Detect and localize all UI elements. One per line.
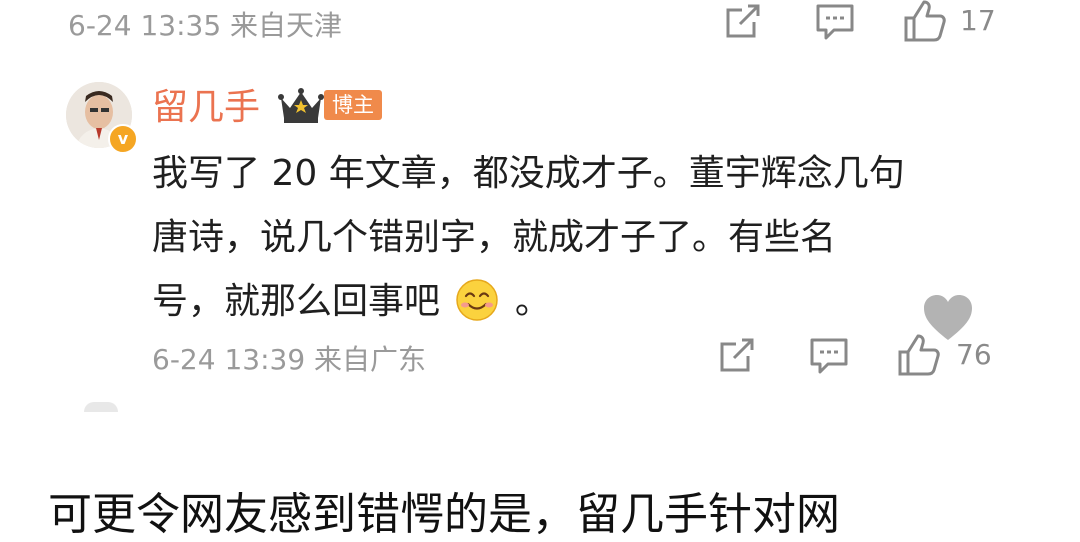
username[interactable]: 留几手 [152,78,260,130]
blogger-badge: 博主 [324,90,382,120]
comment-meta: 6-24 13:39 来自广东 [152,343,427,376]
repost-icon[interactable] [714,332,760,378]
repost-icon[interactable] [720,0,766,44]
next-avatar [84,402,118,412]
comment-line-end: 。 [514,281,551,322]
verified-icon: v [108,124,138,154]
prev-like-count: 17 [960,4,996,37]
comment-icon[interactable] [812,0,858,44]
article-text: 可更令网友感到错愕的是，留几手针对网 [48,489,840,540]
crown-icon [278,86,324,126]
smile-emoji-icon [455,278,499,322]
comment-line-last: 号，就那么回事吧 。 [152,270,1012,334]
prev-comment-footer: 6-24 13:35 来自天津 17 [0,0,1080,50]
comment-line-text: 号，就那么回事吧 [152,281,441,322]
comment-line: 我写了 20 年文章，都没成才子。董宇辉念几句 [152,153,905,194]
prev-comment-meta: 6-24 13:35 来自天津 [68,9,343,42]
comment-content: 我写了 20 年文章，都没成才子。董宇辉念几句 唐诗，说几个错别字，就成才子了。… [152,142,1012,334]
like-icon[interactable] [896,332,942,378]
comment-line: 唐诗，说几个错别字，就成才子了。有些名 [152,217,837,258]
like-icon[interactable] [902,0,948,44]
comment-footer: 6-24 13:39 来自广东 76 [0,334,1080,384]
like-count: 76 [956,338,992,371]
comment-icon[interactable] [806,332,852,378]
